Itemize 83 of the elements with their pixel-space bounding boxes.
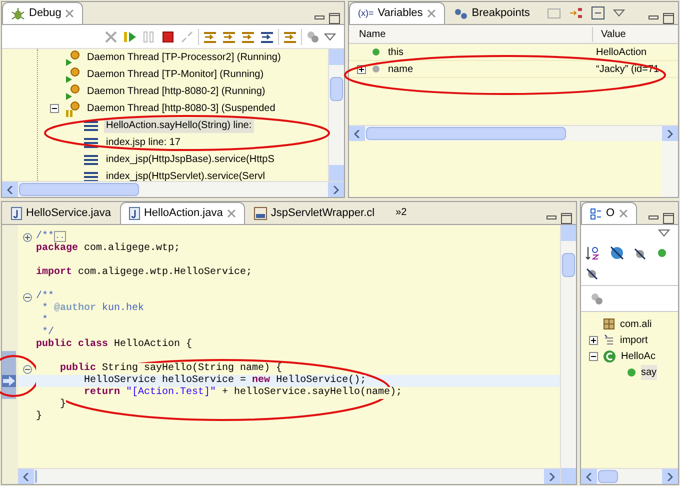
variables-icon: (x)= — [358, 6, 374, 20]
maximize-icon[interactable] — [663, 213, 674, 224]
view-tab[interactable]: Debug — [2, 2, 84, 24]
view-tab[interactable]: O — [581, 202, 637, 224]
collapse-fold-icon[interactable] — [22, 364, 32, 374]
debug-tree-item[interactable]: index_jsp(HttpServlet).service(Servl — [104, 169, 267, 181]
field-icon — [372, 48, 380, 56]
outline-item[interactable]: import — [620, 332, 648, 348]
expand-toggle[interactable] — [589, 336, 598, 344]
suspended-thread-icon — [65, 100, 81, 116]
view-tab[interactable]: (x)= Variables — [349, 2, 445, 24]
outline-icon — [590, 208, 602, 220]
scroll-left-icon[interactable] — [354, 130, 360, 138]
close-icon[interactable] — [426, 9, 436, 18]
threads-icon[interactable] — [589, 290, 605, 306]
collapse-toggle[interactable] — [589, 352, 598, 360]
debug-tree-item[interactable]: HelloAction.sayHello(String) line: — [104, 118, 254, 133]
debug-tree-item[interactable]: Daemon Thread [http-8080-2] (Running) — [85, 84, 268, 99]
stop-icon[interactable] — [160, 28, 176, 44]
stack-frame-icon — [84, 136, 98, 148]
horizontal-scrollbar[interactable] — [18, 468, 560, 484]
debug-tree-item[interactable]: Daemon Thread [TP-Monitor] (Running) — [85, 67, 266, 82]
package-icon — [603, 318, 615, 330]
debug-tree-item[interactable]: Daemon Thread [http-8080-3] (Suspended — [85, 101, 278, 116]
scroll-right-icon[interactable] — [333, 186, 339, 194]
column-header[interactable]: Value — [593, 26, 626, 42]
instruction-pointer-icon — [2, 375, 16, 387]
outline-item[interactable]: say — [641, 364, 657, 380]
toolbar-icon[interactable] — [568, 6, 583, 20]
scroll-left-icon[interactable] — [7, 186, 13, 194]
collapse-fold-icon[interactable] — [22, 292, 32, 302]
outline-item[interactable]: HelloAc — [621, 348, 656, 364]
public-members-icon[interactable] — [657, 248, 667, 258]
view-tab[interactable]: HelloAction.java — [120, 202, 245, 224]
stack-frame-icon — [84, 120, 98, 132]
debug-tree-item[interactable]: Daemon Thread [TP-Processor2] (Running) — [85, 50, 283, 65]
variable-value: HelloAction — [595, 46, 647, 60]
class-file-icon — [254, 207, 267, 220]
more-tabs-button[interactable]: »2 — [384, 205, 407, 224]
sort-icon[interactable] — [585, 245, 601, 261]
vertical-scrollbar[interactable] — [560, 225, 576, 484]
scroll-right-icon[interactable] — [667, 472, 673, 480]
column-header[interactable]: Name — [349, 26, 593, 42]
variable-name: name — [387, 62, 414, 76]
variable-name: this — [387, 46, 404, 60]
collapse-toggle[interactable] — [50, 104, 59, 113]
collapse-all-icon[interactable] — [590, 6, 605, 20]
breakpoints-icon — [454, 8, 468, 20]
java-file-icon — [11, 207, 22, 220]
class-icon — [603, 350, 616, 362]
horizontal-scrollbar[interactable] — [2, 181, 344, 197]
running-thread-icon — [65, 66, 81, 82]
scroll-right-icon[interactable] — [667, 130, 673, 138]
horizontal-scrollbar[interactable] — [349, 125, 678, 141]
horizontal-scrollbar[interactable] — [581, 468, 678, 484]
maximize-icon[interactable] — [663, 13, 674, 24]
bug-icon — [11, 6, 25, 20]
debug-tree-item[interactable]: index.jsp line: 17 — [104, 135, 182, 150]
java-file-icon — [128, 207, 140, 220]
vertical-scrollbar[interactable] — [328, 49, 344, 181]
scroll-right-icon[interactable] — [549, 472, 555, 480]
method-icon — [627, 368, 636, 376]
threads-icon[interactable] — [305, 28, 321, 44]
outline-item[interactable]: com.ali — [620, 316, 652, 332]
view-menu-icon[interactable] — [658, 229, 670, 237]
stack-frame-icon — [84, 154, 98, 166]
maximize-icon[interactable] — [329, 13, 340, 24]
scroll-left-icon[interactable] — [23, 472, 29, 480]
local-variable-icon — [372, 65, 380, 73]
imports-icon — [603, 334, 615, 346]
scroll-left-icon[interactable] — [586, 472, 592, 480]
running-thread-icon — [65, 50, 81, 66]
expand-fold-icon[interactable] — [22, 232, 32, 242]
running-thread-icon — [65, 84, 81, 100]
view-menu-icon[interactable] — [612, 9, 625, 17]
view-menu-icon[interactable] — [324, 32, 336, 40]
close-icon[interactable] — [618, 209, 628, 218]
debug-tree-item[interactable]: index_jsp(HttpJspBase).service(HttpS — [104, 152, 276, 167]
stack-frame-icon — [84, 170, 98, 181]
close-icon[interactable] — [65, 9, 74, 18]
maximize-icon[interactable] — [561, 213, 572, 224]
hide-fields-icon[interactable] — [609, 245, 625, 261]
close-icon[interactable] — [226, 209, 236, 218]
